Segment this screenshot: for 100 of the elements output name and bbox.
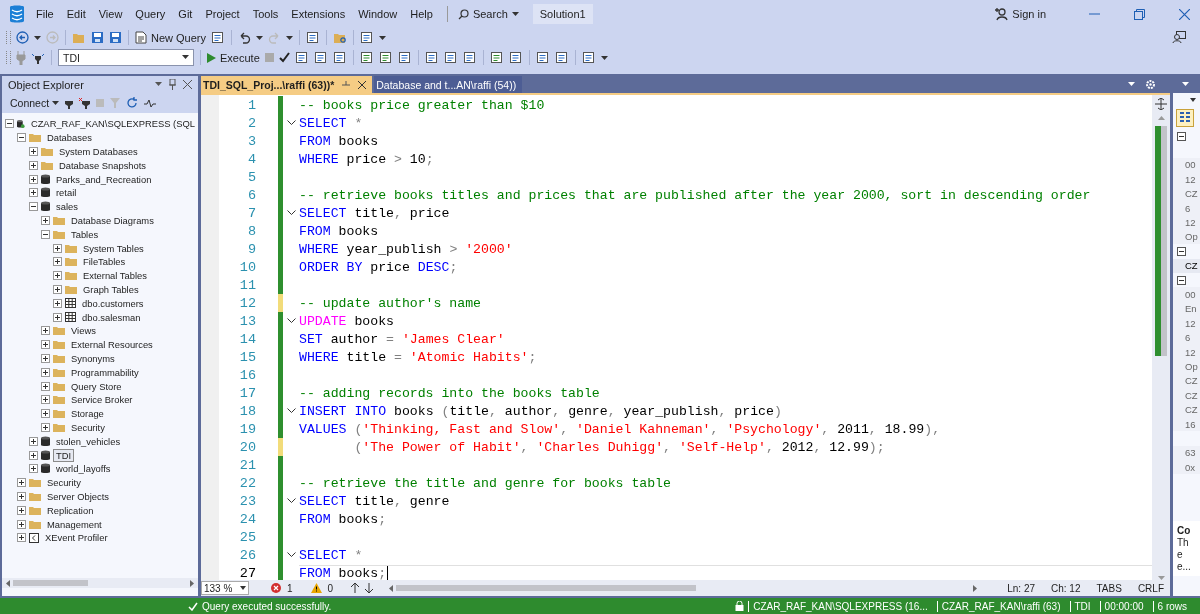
menu-item[interactable]: Query: [135, 8, 166, 20]
check-icon[interactable]: [278, 52, 290, 63]
expand-toggle[interactable]: [53, 243, 62, 253]
close-icon[interactable]: [1179, 8, 1190, 20]
expand-toggle[interactable]: [41, 381, 50, 391]
expand-toggle[interactable]: [17, 491, 26, 501]
tree-item[interactable]: Storage: [68, 407, 107, 421]
disconnect-icon[interactable]: [79, 97, 91, 109]
fold-icon[interactable]: [286, 498, 296, 504]
new-query-button[interactable]: New Query: [135, 31, 207, 44]
expand-toggle[interactable]: [53, 271, 62, 281]
expand-toggle[interactable]: [41, 367, 50, 377]
caret-icon[interactable]: [155, 82, 162, 87]
caret-icon[interactable]: [256, 34, 264, 41]
expand-toggle[interactable]: [17, 533, 26, 543]
fold-icon[interactable]: [286, 552, 296, 558]
pin-icon[interactable]: [169, 79, 176, 90]
collapse-toggle[interactable]: [1177, 246, 1186, 256]
caret-icon[interactable]: [286, 34, 294, 41]
expand-toggle[interactable]: [17, 133, 26, 143]
document-icon[interactable]: [211, 31, 226, 44]
close-icon[interactable]: [358, 80, 367, 89]
tree-item[interactable]: Tables: [68, 227, 102, 241]
expand-toggle[interactable]: [41, 340, 50, 350]
tree-item[interactable]: System Tables: [80, 241, 147, 255]
expand-toggle[interactable]: [41, 395, 50, 405]
tree-item[interactable]: TDI: [53, 448, 75, 462]
menu-item[interactable]: View: [98, 8, 123, 20]
feedback-icon[interactable]: [1172, 31, 1186, 44]
expand-toggle[interactable]: [53, 257, 62, 267]
overflow-icon[interactable]: [379, 34, 387, 41]
overflow-icon[interactable]: [600, 54, 608, 61]
menu-item[interactable]: Project: [205, 8, 240, 20]
tree-item[interactable]: world_layoffs: [53, 462, 114, 476]
tree-item[interactable]: Databases: [44, 131, 95, 145]
fold-icon[interactable]: [286, 408, 296, 414]
tree-item[interactable]: Server Objects: [44, 489, 112, 503]
caret-icon[interactable]: [1128, 82, 1135, 87]
tree-item[interactable]: dbo.salesman: [79, 310, 144, 324]
scrollbar-thumb[interactable]: [13, 580, 88, 586]
tree-item[interactable]: External Tables: [80, 269, 150, 283]
expand-toggle[interactable]: [29, 202, 38, 212]
scrollbar-thumb[interactable]: [1161, 126, 1167, 356]
expand-toggle[interactable]: [53, 312, 62, 322]
search-button[interactable]: Search: [457, 8, 519, 20]
tree-item[interactable]: Security: [44, 476, 84, 490]
folder-search-icon[interactable]: [333, 31, 348, 44]
undo-icon[interactable]: [238, 31, 252, 44]
arrow-down-icon[interactable]: [365, 583, 374, 593]
restore-icon[interactable]: [1134, 8, 1145, 20]
expand-toggle[interactable]: [29, 188, 38, 198]
error-count[interactable]: 1: [287, 582, 293, 594]
scroll-right-icon[interactable]: [190, 579, 194, 587]
sign-in-button[interactable]: Sign in: [994, 7, 1046, 21]
expand-toggle[interactable]: [29, 436, 38, 446]
menu-item[interactable]: Extensions: [291, 8, 346, 20]
connect-button[interactable]: Connect: [10, 97, 60, 109]
menu-item[interactable]: Window: [358, 8, 398, 20]
categorized-icon[interactable]: [1176, 109, 1194, 127]
tree-item[interactable]: Query Store: [68, 379, 125, 393]
tree-item[interactable]: Database Snapshots: [56, 158, 150, 172]
close-icon[interactable]: [183, 80, 192, 89]
tree-item[interactable]: Parks_and_Recreation: [53, 172, 155, 186]
expand-toggle[interactable]: [41, 215, 50, 225]
expand-toggle[interactable]: [17, 505, 26, 515]
editor-tab[interactable]: Database and t...AN\raffi (54)): [374, 76, 523, 93]
tree-item[interactable]: Views: [68, 324, 99, 338]
tree-item[interactable]: stolen_vehicles: [53, 434, 124, 448]
execute-button[interactable]: Execute: [207, 51, 260, 64]
split-icon[interactable]: [1155, 98, 1167, 110]
expand-toggle[interactable]: [53, 284, 62, 294]
editor-tab[interactable]: TDI_SQL_Proj...\raffi (63))*: [201, 76, 373, 93]
menu-item[interactable]: Git: [178, 8, 193, 20]
expand-toggle[interactable]: [5, 119, 14, 129]
expand-toggle[interactable]: [29, 160, 38, 170]
activity-icon[interactable]: [144, 98, 157, 108]
fold-icon[interactable]: [286, 210, 296, 216]
menu-item[interactable]: File: [36, 8, 54, 20]
menu-item[interactable]: Tools: [252, 8, 279, 20]
caret-icon[interactable]: [1182, 82, 1189, 87]
collapse-toggle[interactable]: [1177, 275, 1186, 285]
menu-item[interactable]: Help: [410, 8, 433, 20]
save-all-icon[interactable]: [109, 31, 122, 44]
tree-item[interactable]: FileTables: [80, 255, 129, 269]
expand-toggle[interactable]: [29, 174, 38, 184]
tree-item[interactable]: Replication: [44, 503, 97, 517]
caret-icon[interactable]: [1190, 98, 1196, 102]
tree-item[interactable]: CZAR_RAF_KAN\SQLEXPRESS (SQL: [27, 117, 198, 131]
scroll-left-icon[interactable]: [6, 579, 10, 587]
expand-toggle[interactable]: [29, 464, 38, 474]
scrollbar-thumb[interactable]: [396, 585, 697, 591]
expand-toggle[interactable]: [17, 519, 26, 529]
expand-toggle[interactable]: [41, 229, 50, 239]
expand-toggle[interactable]: [41, 422, 50, 432]
expand-toggle[interactable]: [41, 326, 50, 336]
tree-item[interactable]: Database Diagrams: [68, 213, 157, 227]
expand-toggle[interactable]: [17, 478, 26, 488]
tree-item[interactable]: Synonyms: [68, 351, 118, 365]
caret-icon[interactable]: [34, 34, 41, 41]
tree-item[interactable]: External Resources: [68, 338, 156, 352]
